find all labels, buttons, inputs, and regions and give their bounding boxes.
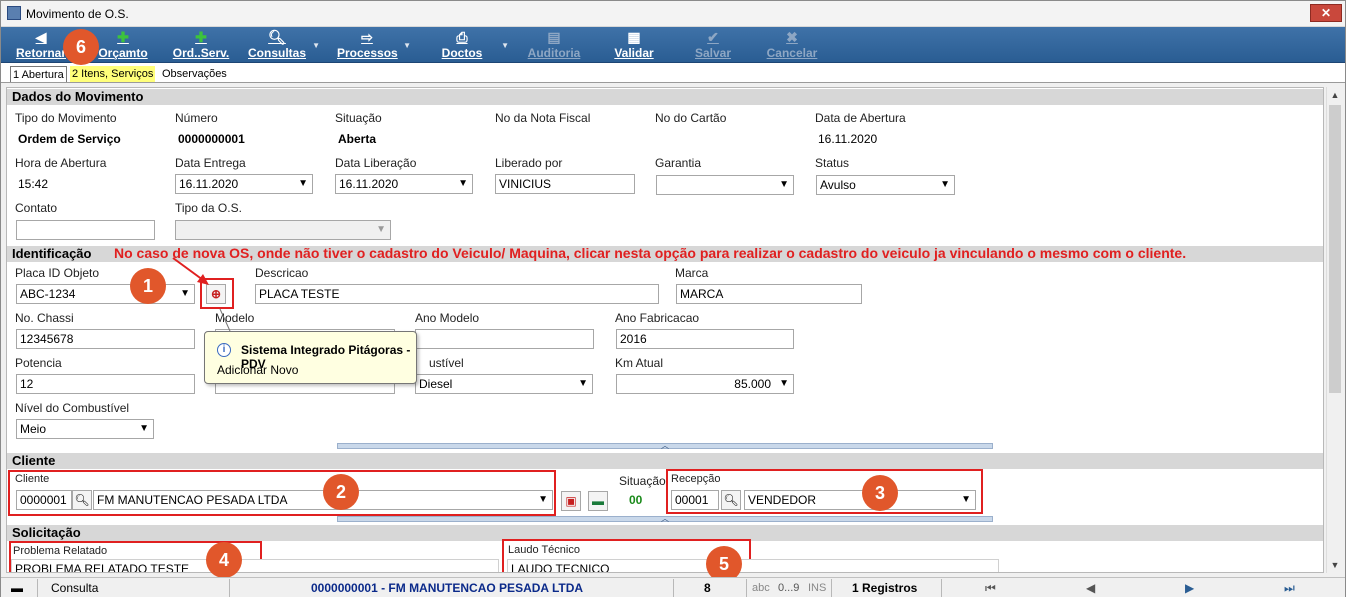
main-window: Movimento de O.S. ✕ ◀ Retornar ✚ Orçamto… — [0, 0, 1346, 597]
first-record-icon[interactable]: ⏮ — [985, 580, 996, 596]
previous-record-icon[interactable]: ◀ — [1086, 580, 1095, 596]
status-registros: 1 Registros — [852, 581, 918, 595]
step-badge-2: 2 — [323, 474, 359, 510]
step-badge-6: 6 — [63, 29, 99, 65]
status-ins: INS — [808, 582, 827, 594]
status-record: 0000000001 - FM MANUTENCAO PESADA LTDA — [311, 581, 584, 595]
info-icon: i — [217, 343, 231, 357]
status-range: 0...9 — [778, 582, 800, 594]
annotation-arrow — [172, 257, 231, 332]
tooltip-popup: i Sistema Integrado Pitágoras - PDV Adic… — [204, 331, 417, 384]
step-badge-3: 3 — [862, 475, 898, 511]
tooltip-body: Adicionar Novo — [217, 363, 299, 377]
last-record-icon[interactable]: ⏭ — [1284, 580, 1295, 596]
status-abc: abc — [752, 582, 770, 594]
status-count: 8 — [704, 581, 711, 595]
step-badge-1: 1 — [130, 268, 166, 304]
status-mode: Consulta — [51, 581, 99, 595]
step-badge-4: 4 — [206, 542, 242, 578]
next-record-icon[interactable]: ▶ — [1185, 580, 1194, 596]
status-bar: ▬ Consulta 0000000001 - FM MANUTENCAO PE… — [1, 577, 1345, 597]
keyboard-icon: ▬ — [11, 581, 23, 595]
